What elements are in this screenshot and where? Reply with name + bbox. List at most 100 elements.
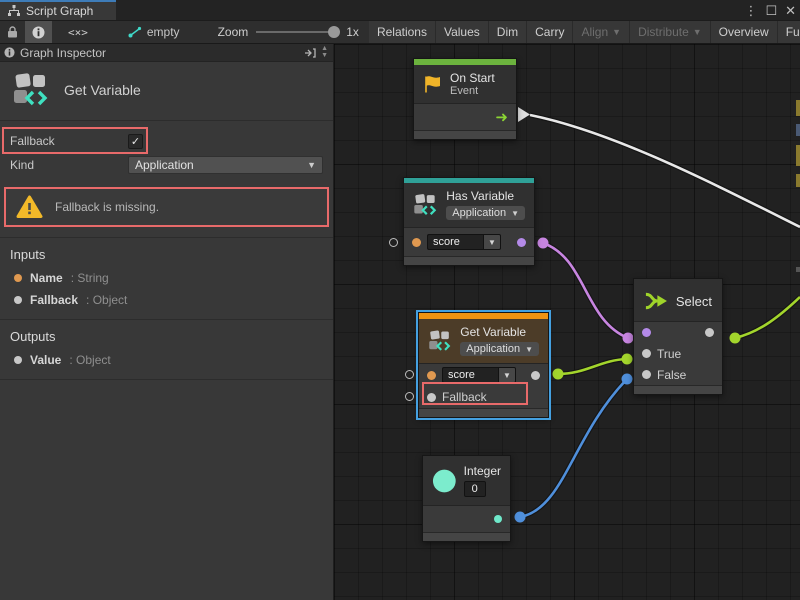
wire-endpoint[interactable]: [623, 333, 634, 344]
caret-down-icon[interactable]: ▼: [498, 367, 516, 383]
caret-down-icon[interactable]: ▼: [483, 234, 501, 250]
true-port-label: True: [657, 347, 681, 361]
inspector-toggle-button[interactable]: [25, 21, 52, 43]
fallback-input-port[interactable]: [427, 393, 436, 402]
name-input-port[interactable]: [427, 371, 436, 380]
node-integer[interactable]: Integer 0: [422, 455, 511, 542]
node-subtitle: Event: [450, 85, 495, 97]
title-bar: Script Graph ⋮ ☐ ✕: [0, 0, 800, 20]
false-input-port[interactable]: [642, 370, 651, 379]
node-get-variable[interactable]: Get Variable Application ▼ score ▼: [418, 312, 549, 418]
fallback-option-row: Fallback ✓: [0, 129, 333, 153]
wire-endpoint[interactable]: [538, 238, 549, 249]
unconnected-port-marker[interactable]: [405, 370, 414, 379]
offscreen-node-fragment: [796, 267, 800, 272]
integer-output-port[interactable]: [494, 515, 502, 523]
node-has-variable[interactable]: Has Variable Application ▼ score ▼: [403, 177, 535, 266]
wire-endpoint[interactable]: [730, 333, 741, 344]
kind-chip-dropdown[interactable]: Application ▼: [460, 342, 539, 356]
wire-endpoint[interactable]: [622, 354, 633, 365]
fallback-checkbox[interactable]: ✓: [128, 134, 143, 149]
graph-pointer-chip[interactable]: empty: [118, 21, 190, 43]
caret-down-icon: ▼: [525, 345, 533, 354]
align-button: Align▼: [573, 21, 630, 43]
zoom-slider-handle[interactable]: [328, 26, 340, 38]
unconnected-port-marker[interactable]: [405, 392, 414, 401]
edge-icon: [128, 26, 142, 38]
zoom-value: 1x: [346, 25, 359, 39]
control-wire[interactable]: [530, 115, 800, 227]
node-select[interactable]: Select True False: [633, 278, 723, 395]
dock-panel-icon[interactable]: [304, 48, 316, 58]
tab-script-graph[interactable]: Script Graph: [0, 0, 116, 20]
dim-button[interactable]: Dim: [489, 21, 527, 43]
node-on-start[interactable]: On Start Event ➜: [413, 58, 517, 140]
close-icon[interactable]: ✕: [785, 4, 796, 17]
wire-endpoint[interactable]: [622, 374, 633, 385]
zoom-slider[interactable]: [256, 31, 338, 33]
wire-layer: [334, 44, 800, 600]
bool-wire[interactable]: [543, 243, 628, 338]
control-output-arrow-port[interactable]: [518, 107, 530, 122]
graph-hierarchy-icon: [8, 5, 20, 17]
kind-chip-dropdown[interactable]: Application ▼: [446, 206, 525, 220]
control-output-port[interactable]: ➜: [495, 110, 508, 125]
true-input-port[interactable]: [642, 349, 651, 358]
wire-endpoint[interactable]: [553, 369, 564, 380]
select-merge-icon: [644, 291, 669, 311]
variable-name-field[interactable]: score ▼: [427, 234, 501, 250]
carry-button[interactable]: Carry: [527, 21, 573, 43]
code-icon: <×>: [68, 26, 88, 39]
code-view-button[interactable]: <×>: [52, 21, 104, 43]
lock-button[interactable]: [0, 21, 25, 43]
maximize-icon[interactable]: ☐: [765, 4, 777, 17]
selection-output-port[interactable]: [705, 328, 714, 337]
output-port-row: Value : Object: [0, 349, 333, 371]
unconnected-port-marker[interactable]: [389, 238, 398, 247]
integer-icon: [432, 468, 457, 494]
warning-text: Fallback is missing.: [55, 200, 159, 214]
script-graph-window: Script Graph ⋮ ☐ ✕ <×>: [0, 0, 800, 600]
get-variable-icon: [12, 72, 52, 108]
node-footer: [634, 385, 722, 394]
input-port-row: Name : String: [0, 267, 333, 289]
bool-output-port[interactable]: [517, 238, 526, 247]
condition-input-port[interactable]: [642, 328, 651, 337]
tab-label: Script Graph: [26, 4, 93, 18]
panel-scroll-arrows[interactable]: ▲▼: [321, 46, 329, 59]
divider: [0, 379, 333, 380]
object-port-dot: [14, 356, 22, 364]
full-screen-button[interactable]: Full Screen: [778, 21, 800, 43]
flag-icon: [423, 75, 443, 94]
distribute-button: Distribute▼: [630, 21, 711, 43]
menu-kebab-icon[interactable]: ⋮: [744, 4, 757, 17]
caret-down-icon: ▼: [511, 209, 519, 218]
variable-name-field[interactable]: score ▼: [442, 367, 516, 383]
node-title: On Start: [450, 71, 495, 85]
graph-inspector-panel: Graph Inspector ▲▼ Get Variable: [0, 44, 334, 600]
graph-canvas[interactable]: On Start Event ➜: [334, 44, 800, 600]
kind-dropdown[interactable]: Application ▼: [128, 156, 323, 174]
name-input-port[interactable]: [412, 238, 421, 247]
lock-icon: [7, 26, 18, 38]
offscreen-node-fragment: [796, 145, 800, 166]
overview-button[interactable]: Overview: [711, 21, 778, 43]
caret-down-icon: ▼: [693, 27, 702, 37]
integer-value-field[interactable]: 0: [464, 481, 486, 497]
unit-title-block: Get Variable: [0, 62, 333, 120]
outputs-section-header: Outputs: [0, 320, 333, 349]
kind-option-row: Kind Application ▼: [0, 153, 333, 177]
wire-shadow: [735, 297, 800, 338]
window-controls: ⋮ ☐ ✕: [744, 0, 796, 20]
info-icon: [32, 26, 45, 39]
warning-icon: [16, 195, 43, 219]
node-title: Get Variable: [460, 325, 539, 339]
node-title: Has Variable: [446, 189, 525, 203]
value-output-port[interactable]: [531, 371, 540, 380]
variables-icon: [413, 192, 439, 218]
false-port-label: False: [657, 368, 686, 382]
relations-button[interactable]: Relations: [369, 21, 436, 43]
values-button[interactable]: Values: [436, 21, 489, 43]
wire-endpoint[interactable]: [515, 512, 526, 523]
object-port-dot: [14, 296, 22, 304]
